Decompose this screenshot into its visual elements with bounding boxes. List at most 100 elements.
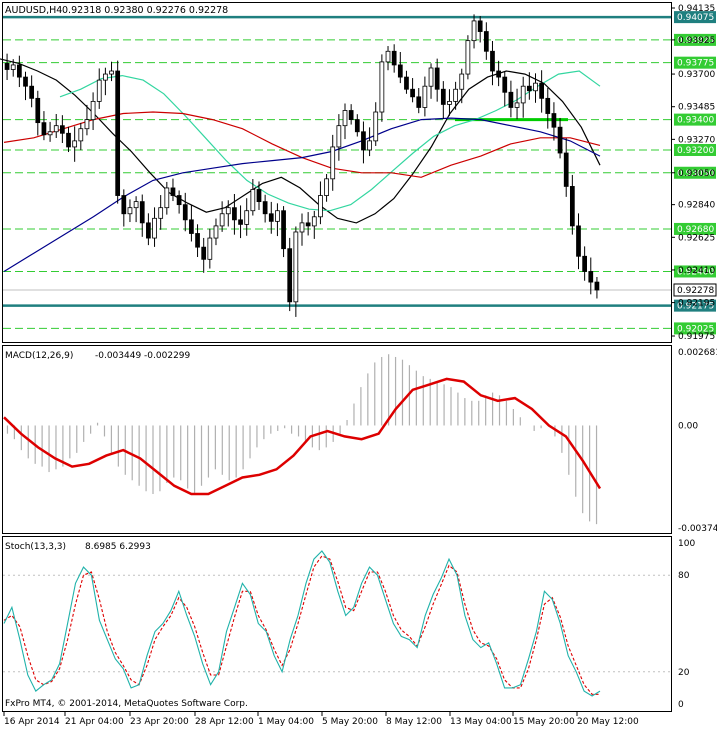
candle-bear: [490, 50, 495, 72]
candle-bear: [195, 233, 200, 248]
candle-bull: [459, 73, 465, 90]
candle-bull: [447, 100, 452, 105]
macd-title: MACD(12,26,9): [5, 351, 73, 361]
candle-bull: [342, 110, 348, 127]
candle-bear: [576, 225, 581, 257]
candle-bull: [471, 20, 477, 42]
macd-axis-label: -0.003741: [678, 524, 717, 534]
candle-bear: [594, 281, 600, 291]
candle-bear: [348, 110, 354, 121]
price-axis-label: 0.92410: [678, 266, 715, 276]
candle-bear: [416, 96, 422, 108]
chart-header-symbol: AUDUSD,H4: [5, 5, 62, 16]
candle-bear: [66, 132, 71, 148]
candle-bull: [103, 73, 108, 81]
stoch-axis-label: 0: [678, 700, 684, 710]
candle-bear: [115, 70, 121, 196]
candle-bull: [275, 210, 280, 222]
stoch-title: Stoch(13,3,3): [5, 542, 66, 552]
stoch-axis-label: 100: [678, 539, 695, 549]
time-axis-label: 15 May 20:00: [513, 717, 575, 727]
candle-bear: [397, 64, 403, 78]
candle-bear: [305, 222, 311, 227]
time-axis-label: 28 Apr 12:00: [195, 717, 254, 727]
candle-bull: [96, 79, 102, 102]
candle-bear: [526, 85, 532, 92]
time-axis-label: 20 May 12:00: [577, 717, 639, 727]
level-price-label: 0.93775: [677, 59, 714, 69]
candle-bear: [410, 88, 415, 98]
candle-bull: [324, 178, 329, 196]
candle-bear: [35, 97, 41, 124]
candle-bear: [170, 187, 176, 196]
candle-bear: [483, 31, 489, 52]
candle-bear: [121, 195, 127, 215]
candle-bear: [201, 246, 207, 260]
candle-bull: [84, 119, 90, 130]
candle-bear: [404, 76, 409, 90]
candle-bull: [164, 187, 170, 209]
time-axis-label: 5 May 20:00: [322, 717, 378, 727]
candle-bear: [563, 152, 569, 187]
price-axis-label: 0.92625: [678, 233, 715, 243]
price-axis-label: 0.93050: [678, 169, 715, 179]
time-axis-label: 23 Apr 20:00: [130, 717, 189, 727]
candle-bull: [250, 189, 256, 212]
price-axis-label: 0.93700: [678, 70, 715, 80]
candle-bear: [268, 213, 274, 222]
macd-axis-label: 0.00: [678, 421, 698, 431]
level-price-label: 0.93400: [677, 116, 714, 126]
candle-bear: [557, 126, 563, 154]
candle-bull: [152, 217, 157, 239]
candle-bear: [238, 219, 243, 225]
candle-bull: [299, 222, 305, 233]
candle-bear: [281, 210, 286, 250]
copyright-label: FxPro MT4, © 2001-2014, MetaQuotes Softw…: [5, 699, 248, 709]
candle-bear: [41, 122, 47, 136]
candle-bull: [47, 131, 53, 136]
candle-bull: [514, 102, 520, 108]
candle-bear: [4, 63, 10, 70]
candle-bear: [232, 207, 237, 221]
level-price-label: 0.93200: [677, 146, 714, 156]
candle-bull: [127, 207, 133, 215]
candle-bear: [16, 64, 22, 78]
candle-bull: [428, 67, 434, 87]
candle-bear: [361, 131, 366, 151]
candle-bear: [146, 222, 151, 239]
candle-bull: [379, 61, 385, 113]
candle-bull: [213, 225, 219, 239]
candle-bull: [336, 125, 342, 148]
candle-bull: [219, 213, 225, 227]
candle-bear: [569, 186, 575, 227]
candle-bull: [533, 82, 538, 92]
mt4-chart[interactable]: 0.94075 0.93925 0.93775 0.93400 0.93200 0.930…: [0, 0, 717, 729]
stoch-axis-label: 80: [678, 571, 690, 581]
candle-bull: [373, 111, 379, 142]
price-axis-label: 0.93925: [678, 36, 715, 46]
candle-bear: [189, 219, 194, 234]
candle-bull: [72, 140, 78, 148]
candle-bear: [502, 76, 508, 93]
candle-bull: [78, 128, 84, 142]
candle-bear: [60, 125, 65, 134]
candle-bull: [453, 88, 458, 102]
candle-bear: [182, 204, 188, 221]
stoch-axis-label: 20: [678, 668, 690, 678]
candle-bear: [29, 85, 35, 99]
stoch-values: 8.6985 6.2993: [85, 542, 151, 552]
candle-bear: [354, 119, 360, 133]
candle-bull: [293, 231, 299, 303]
candle-bear: [256, 189, 262, 203]
stoch-panel[interactable]: [2, 536, 672, 712]
price-axis-label: 0.91975: [678, 332, 715, 342]
price-axis-label: 0.93485: [678, 103, 715, 113]
macd-panel[interactable]: [2, 345, 672, 534]
candle-bull: [385, 50, 391, 63]
candle-bear: [508, 91, 514, 108]
candle-bear: [477, 20, 483, 32]
candle-bear: [582, 255, 588, 272]
candle-bull: [465, 40, 471, 75]
candle-bull: [207, 237, 213, 260]
time-axis-label: 21 Apr 04:00: [65, 717, 124, 727]
